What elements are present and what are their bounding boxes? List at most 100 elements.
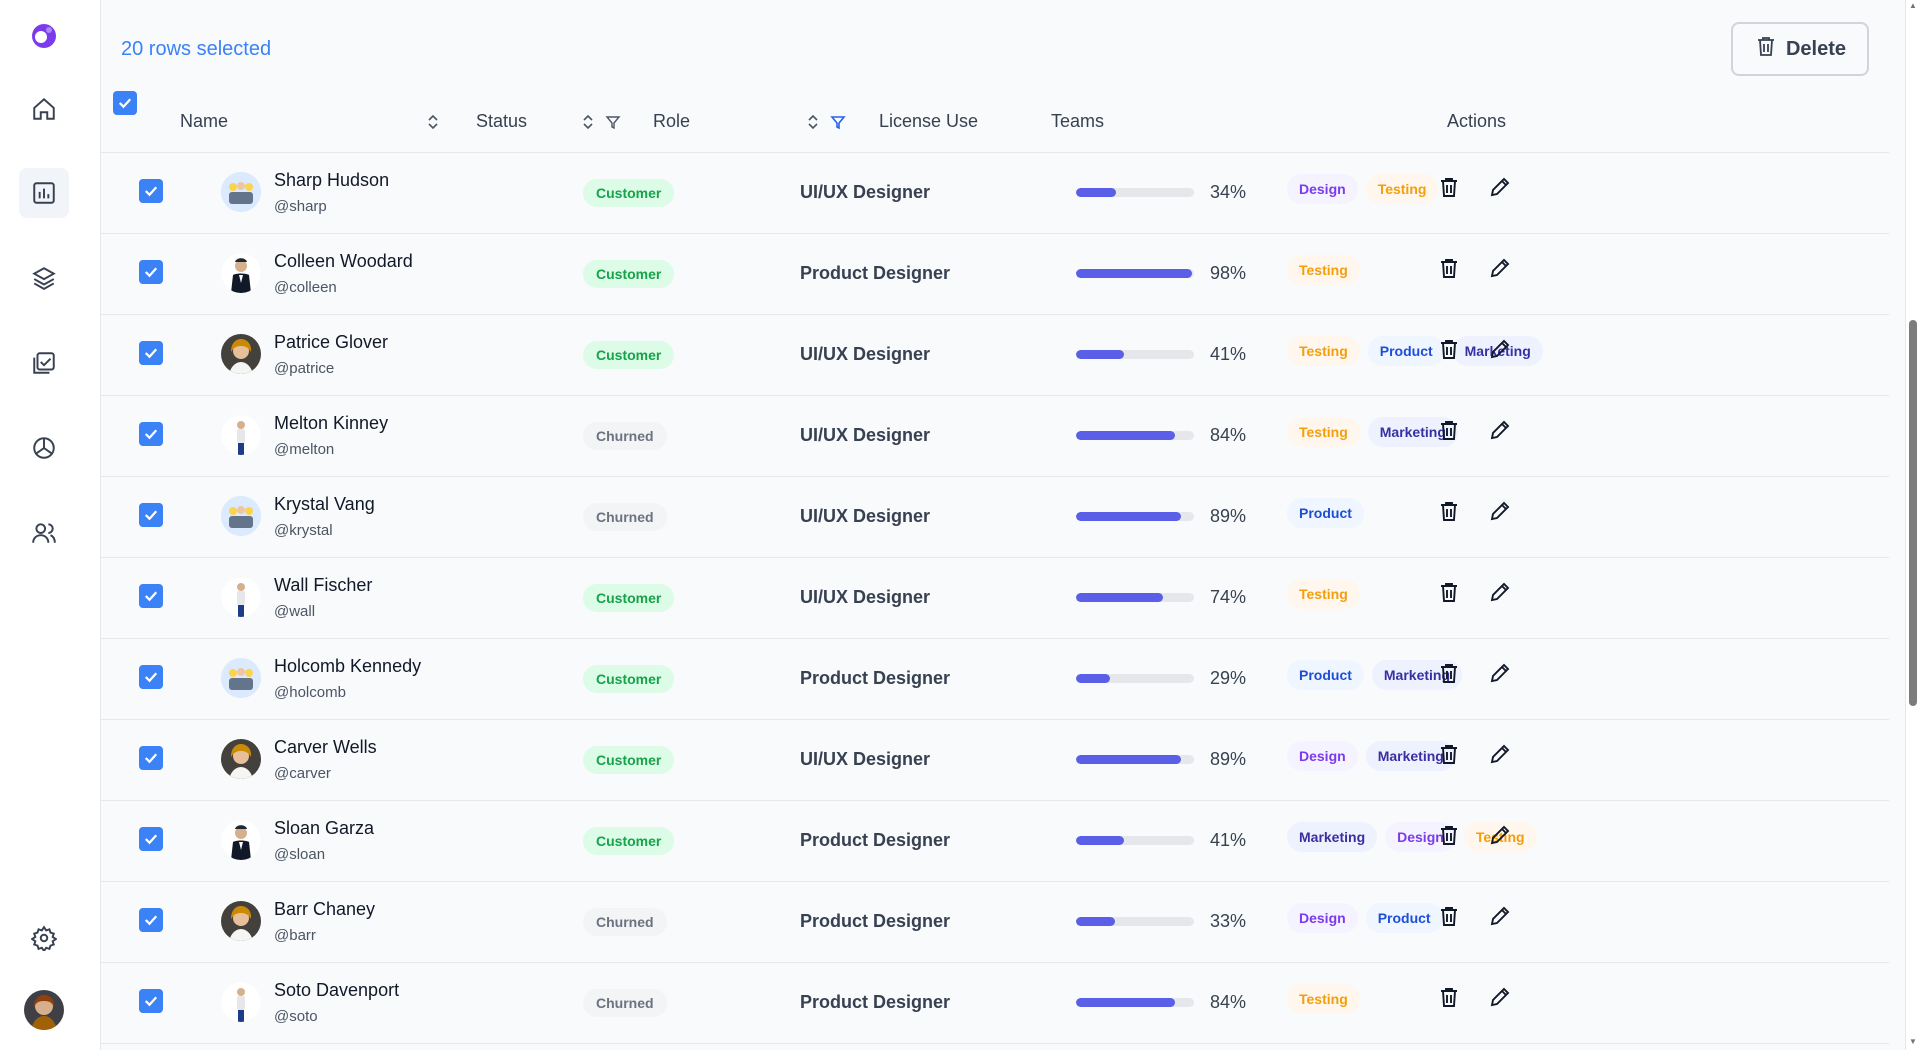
table-row[interactable]: Krystal Vang @krystal Churned UI/UX Desi…: [101, 477, 1889, 558]
filter-role-icon[interactable]: [830, 112, 846, 132]
license-progress-fill: [1076, 431, 1176, 440]
delete-row-icon[interactable]: [1435, 254, 1463, 282]
status-badge: Churned: [583, 503, 667, 531]
table-row[interactable]: Wall Fischer @wall Customer UI/UX Design…: [101, 558, 1889, 639]
avatar: [221, 496, 261, 536]
table-row[interactable]: Melton Kinney @melton Churned UI/UX Desi…: [101, 396, 1889, 477]
team-tag: Design: [1287, 903, 1358, 933]
delete-row-icon[interactable]: [1435, 740, 1463, 768]
delete-row-icon[interactable]: [1435, 335, 1463, 363]
license-percent: 74%: [1209, 587, 1246, 607]
license-progress-fill: [1076, 512, 1182, 521]
user-handle: @wall: [274, 603, 316, 620]
edit-row-icon[interactable]: [1486, 659, 1514, 687]
avatar: [221, 739, 261, 779]
row-checkbox[interactable]: [139, 341, 163, 365]
row-checkbox[interactable]: [139, 665, 163, 689]
license-progress-bar: [1076, 431, 1194, 440]
row-checkbox[interactable]: [139, 179, 163, 203]
team-tag: Testing: [1287, 417, 1360, 447]
table-row[interactable]: Carver Wells @carver Customer UI/UX Desi…: [101, 720, 1889, 801]
row-checkbox[interactable]: [139, 584, 163, 608]
scroll-down-icon[interactable]: ▼: [1909, 1038, 1917, 1046]
delete-row-icon[interactable]: [1435, 578, 1463, 606]
status-badge: Customer: [583, 746, 675, 774]
user-name: Sloan Garza: [274, 818, 375, 838]
user-avatar[interactable]: [24, 990, 64, 1030]
sort-role-icon[interactable]: [805, 112, 821, 132]
column-header-role[interactable]: Role: [653, 111, 690, 132]
delete-row-icon[interactable]: [1435, 416, 1463, 444]
vertical-scrollbar[interactable]: ▲ ▼: [1905, 0, 1919, 1050]
user-handle: @krystal: [274, 522, 333, 539]
home-icon[interactable]: [19, 84, 69, 134]
team-tag: Product: [1287, 660, 1364, 690]
row-checkbox[interactable]: [139, 989, 163, 1013]
avatar: [221, 820, 261, 860]
avatar: [221, 253, 261, 293]
team-tag: Product: [1287, 498, 1364, 528]
table-row[interactable]: Sharp Hudson @sharp Customer UI/UX Desig…: [101, 153, 1889, 234]
scroll-up-icon[interactable]: ▲: [1909, 2, 1917, 10]
row-checkbox[interactable]: [139, 908, 163, 932]
row-checkbox[interactable]: [139, 827, 163, 851]
pie-chart-icon[interactable]: [19, 423, 69, 473]
gear-icon[interactable]: [19, 913, 69, 963]
delete-row-icon[interactable]: [1435, 821, 1463, 849]
edit-row-icon[interactable]: [1486, 173, 1514, 201]
table-row[interactable]: Holcomb Kennedy @holcomb Customer Produc…: [101, 639, 1889, 720]
user-role: UI/UX Designer: [800, 749, 931, 769]
edit-row-icon[interactable]: [1486, 983, 1514, 1011]
column-header-name[interactable]: Name: [180, 111, 228, 132]
sort-status-icon[interactable]: [580, 112, 596, 132]
user-handle: @patrice: [274, 360, 335, 377]
avatar: [221, 982, 261, 1022]
users-icon[interactable]: [19, 508, 69, 558]
delete-row-icon[interactable]: [1435, 659, 1463, 687]
analytics-icon[interactable]: [19, 168, 69, 218]
scrollbar-thumb[interactable]: [1909, 320, 1917, 706]
sort-name-icon[interactable]: [425, 112, 441, 132]
team-tag: Marketing: [1287, 822, 1378, 852]
row-checkbox[interactable]: [139, 503, 163, 527]
table-row[interactable]: Soto Davenport @soto Churned Product Des…: [101, 963, 1889, 1044]
edit-row-icon[interactable]: [1486, 497, 1514, 525]
team-tag: Testing: [1287, 336, 1360, 366]
filter-status-icon[interactable]: [605, 112, 621, 132]
edit-row-icon[interactable]: [1486, 578, 1514, 606]
delete-row-icon[interactable]: [1435, 983, 1463, 1011]
tasks-icon[interactable]: [19, 338, 69, 388]
edit-row-icon[interactable]: [1486, 335, 1514, 363]
edit-row-icon[interactable]: [1486, 821, 1514, 849]
row-checkbox[interactable]: [139, 260, 163, 284]
delete-button[interactable]: Delete: [1731, 22, 1869, 76]
table-row[interactable]: Sloan Garza @sloan Customer Product Desi…: [101, 801, 1889, 882]
layers-icon[interactable]: [19, 253, 69, 303]
edit-row-icon[interactable]: [1486, 740, 1514, 768]
select-all-checkbox[interactable]: [113, 91, 137, 115]
license-progress-bar: [1076, 188, 1194, 197]
avatar: [221, 901, 261, 941]
team-tag: Design: [1287, 174, 1358, 204]
delete-row-icon[interactable]: [1435, 173, 1463, 201]
team-tags: Testing: [1287, 984, 1360, 1014]
delete-row-icon[interactable]: [1435, 902, 1463, 930]
column-header-status[interactable]: Status: [476, 111, 527, 132]
table-body: Sharp Hudson @sharp Customer UI/UX Desig…: [101, 153, 1889, 1044]
row-checkbox[interactable]: [139, 746, 163, 770]
app-logo-icon[interactable]: [28, 20, 60, 52]
status-badge: Customer: [583, 179, 675, 207]
row-checkbox[interactable]: [139, 422, 163, 446]
table-row[interactable]: Patrice Glover @patrice Customer UI/UX D…: [101, 315, 1889, 396]
license-progress-fill: [1076, 917, 1115, 926]
user-name: Barr Chaney: [274, 899, 376, 919]
license-progress-bar: [1076, 512, 1194, 521]
edit-row-icon[interactable]: [1486, 254, 1514, 282]
edit-row-icon[interactable]: [1486, 902, 1514, 930]
delete-row-icon[interactable]: [1435, 497, 1463, 525]
user-role: UI/UX Designer: [800, 425, 931, 445]
table-row[interactable]: Colleen Woodard @colleen Customer Produc…: [101, 234, 1889, 315]
user-name: Melton Kinney: [274, 413, 389, 433]
edit-row-icon[interactable]: [1486, 416, 1514, 444]
table-row[interactable]: Barr Chaney @barr Churned Product Design…: [101, 882, 1889, 963]
